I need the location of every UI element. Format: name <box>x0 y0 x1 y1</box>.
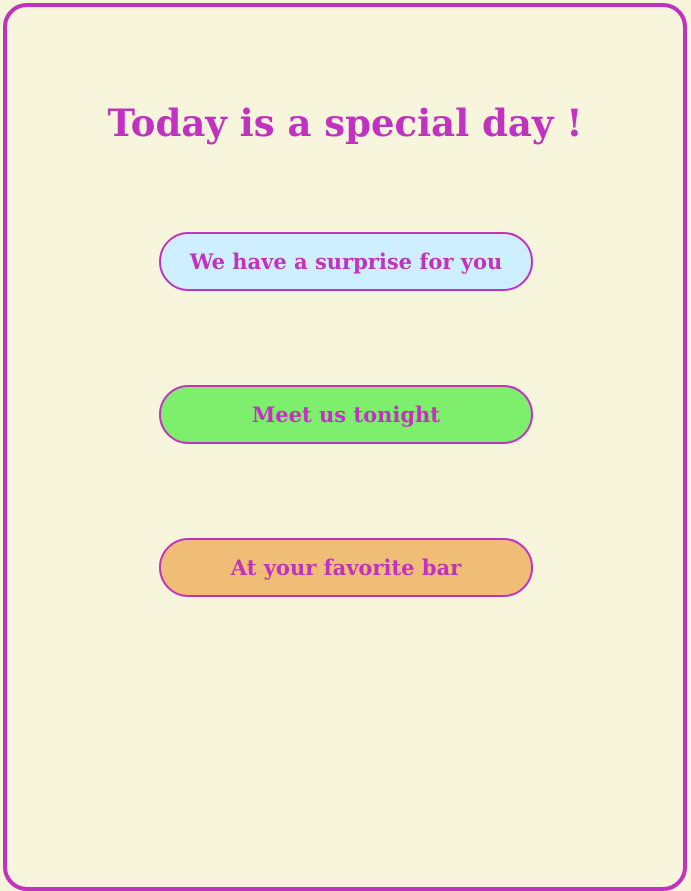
meet-tonight-button[interactable]: Meet us tonight <box>159 385 533 444</box>
page-title: Today is a special day ! <box>107 101 583 145</box>
favorite-bar-button[interactable]: At your favorite bar <box>159 538 533 597</box>
surprise-button[interactable]: We have a surprise for you <box>159 232 533 291</box>
invitation-card: Today is a special day ! We have a surpr… <box>3 3 687 891</box>
